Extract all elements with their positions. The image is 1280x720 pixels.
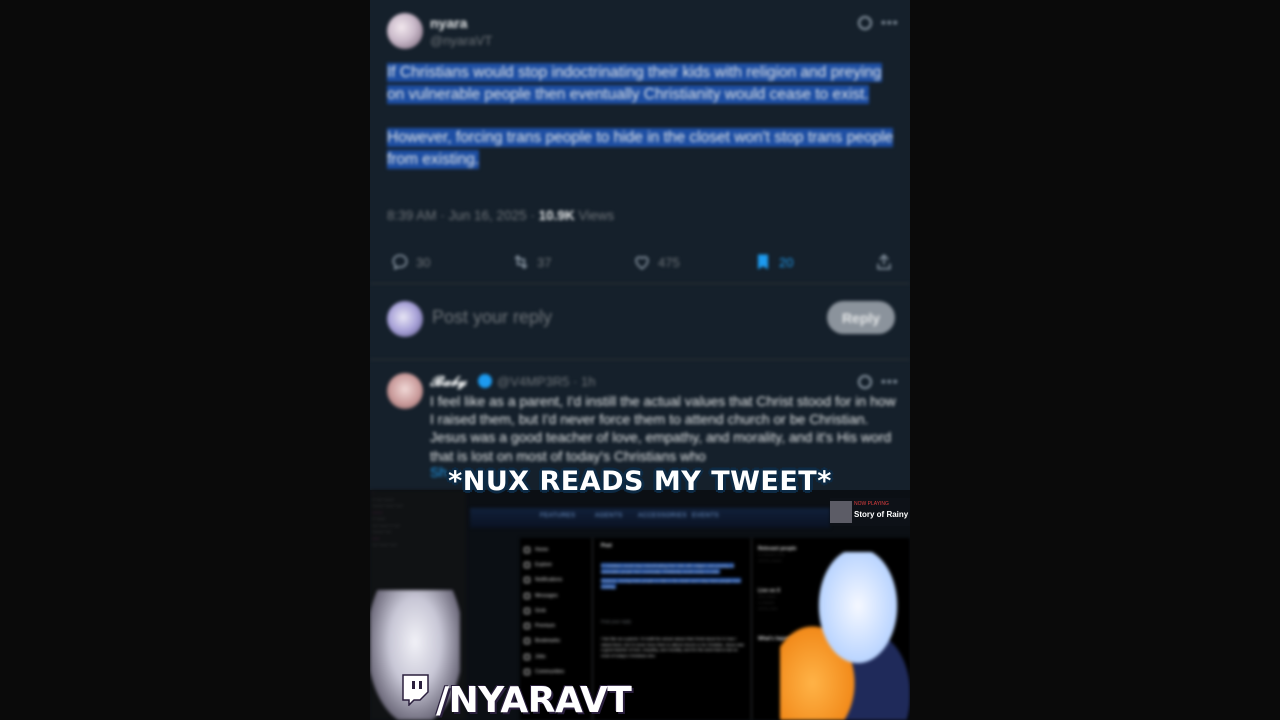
- x-reply-input[interactable]: Post your reply: [593, 615, 751, 628]
- nav-icon: [524, 623, 530, 630]
- replier-avatar[interactable]: [387, 373, 423, 409]
- x-nav-item[interactable]: Bookmarks: [524, 634, 590, 649]
- tweet-actions: 30 37 475 20: [370, 244, 910, 284]
- x-nav-item[interactable]: Explore: [524, 557, 590, 572]
- x-sidebar: Home Explore Notifications Messages Grok…: [524, 542, 590, 680]
- reply-text: I feel like as a parent, I'd instill the…: [430, 393, 896, 464]
- author-handle[interactable]: @nyaraVT: [430, 33, 492, 48]
- bookmark-icon: [758, 254, 768, 270]
- stream-caption: *NUX READS MY TWEET*: [448, 466, 832, 497]
- x-nav-item[interactable]: Messages: [524, 588, 590, 603]
- vtuber-avatar-right: [780, 552, 910, 720]
- tweet-paragraph-2: However, forcing trans people to hide in…: [387, 128, 894, 169]
- bookmark-action[interactable]: 20: [753, 252, 793, 272]
- letterbox-left: [0, 0, 370, 720]
- x-post-header: Post: [601, 543, 612, 549]
- nav-icon: [524, 546, 530, 553]
- more-options-icon[interactable]: •••: [881, 373, 899, 389]
- tweet-meta: 8:39 AM · Jun 16, 2025 · 10.9K Views: [387, 208, 614, 223]
- tab-label[interactable]: EVENTS: [692, 513, 719, 519]
- twitch-icon: [402, 674, 429, 706]
- tab-label[interactable]: FEATURES: [540, 513, 576, 519]
- nav-icon: [524, 669, 530, 676]
- tweet-body: If Christians would stop indoctrinating …: [387, 62, 902, 192]
- tab-label[interactable]: AGENTS: [595, 513, 623, 519]
- x-nav-item[interactable]: Notifications: [524, 573, 590, 588]
- x-post-text: However, forcing trans people to hide in…: [601, 578, 741, 589]
- now-playing-song: Story of Rainy: [854, 510, 909, 519]
- letterbox-right: [910, 0, 1280, 720]
- reply-input[interactable]: Post your reply: [432, 307, 552, 328]
- twitch-handle: /NYARAVT: [436, 680, 632, 720]
- nav-icon: [524, 577, 530, 584]
- grok-icon[interactable]: [858, 16, 872, 30]
- author-name[interactable]: nyara: [430, 15, 467, 31]
- website-tabs: FEATURES AGENTS ACCESSORIES EVENTS: [470, 508, 830, 528]
- tab-label[interactable]: ACCESSORIES: [638, 513, 687, 519]
- tweet-paragraph-1: If Christians would stop indoctrinating …: [387, 63, 882, 104]
- reply-avatar: [387, 301, 423, 337]
- tweet-timestamp[interactable]: 8:39 AM · Jun 16, 2025 ·: [387, 208, 539, 223]
- nav-icon: [524, 561, 530, 568]
- like-count: 475: [658, 254, 680, 270]
- grok-icon[interactable]: [858, 375, 872, 389]
- x-nav-item[interactable]: Communities: [524, 664, 590, 679]
- reply-action[interactable]: 30: [390, 252, 430, 272]
- reply-button[interactable]: Reply: [827, 301, 895, 334]
- x-nav-item[interactable]: Home: [524, 542, 590, 557]
- repost-count: 37: [537, 254, 552, 270]
- x-nav-item[interactable]: Jobs: [524, 649, 590, 664]
- share-action[interactable]: [874, 252, 894, 272]
- stream-overlay: · ·· ···· ······· ········ ······ ····· ··…: [370, 490, 910, 720]
- like-action[interactable]: 475: [632, 252, 680, 272]
- main-tweet: nyara @nyaraVT ••• If Christians would s…: [370, 0, 910, 360]
- share-icon: [877, 254, 891, 270]
- views-count: 10.9K: [538, 208, 575, 223]
- bookmark-count: 20: [779, 254, 794, 270]
- replier-name[interactable]: 𝓑𝓪𝓫𝔂: [430, 373, 466, 390]
- album-cover: [830, 501, 852, 523]
- repost-icon: [514, 254, 528, 270]
- reply-icon: [392, 254, 408, 271]
- nav-icon: [524, 638, 530, 645]
- x-nav-item[interactable]: Premium: [524, 618, 590, 633]
- reply-count: 30: [416, 254, 431, 270]
- x-nav-item[interactable]: Grok: [524, 603, 590, 618]
- video-frame: nyara @nyaraVT ••• If Christians would s…: [370, 0, 910, 720]
- now-playing-status: NOW PLAYING: [854, 501, 889, 507]
- views-label: Views: [574, 208, 615, 223]
- x-reply-text: I feel like as a parent, I'd instill the…: [601, 636, 744, 658]
- verified-badge-icon: [478, 374, 492, 388]
- more-options-icon[interactable]: •••: [881, 14, 899, 30]
- replier-handle[interactable]: @V4MP3R5 · 1h: [497, 374, 595, 389]
- now-playing: NOW PLAYING Story of Rainy: [830, 498, 910, 526]
- repost-action[interactable]: 37: [511, 252, 551, 272]
- nav-icon: [524, 592, 530, 599]
- heart-icon: [635, 256, 649, 270]
- author-avatar[interactable]: [387, 13, 423, 49]
- nav-icon: [524, 607, 530, 614]
- nav-icon: [524, 653, 530, 660]
- x-post-text: If Christians would stop indoctrinating …: [601, 563, 735, 574]
